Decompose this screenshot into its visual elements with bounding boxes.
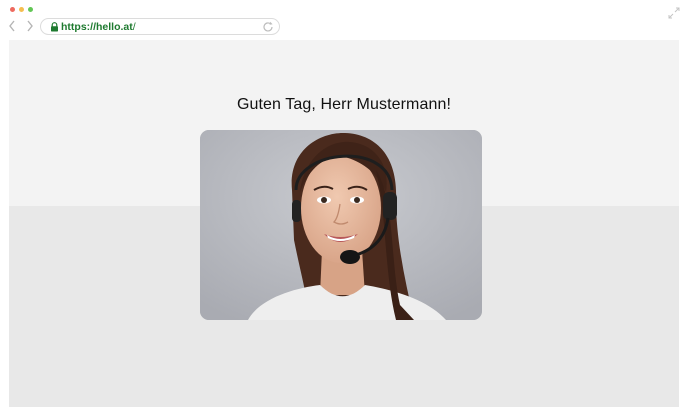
agent-photo (200, 130, 482, 320)
page-viewport: Guten Tag, Herr Mustermann! (9, 40, 679, 407)
maximize-window-button[interactable] (28, 7, 33, 12)
chevron-right-icon (27, 20, 33, 32)
browser-toolbar: https://hello.at/ (0, 0, 689, 40)
back-button[interactable] (6, 19, 18, 33)
reload-icon[interactable] (262, 21, 274, 33)
browser-window: https://hello.at/ Guten Tag, Herr Muster… (0, 0, 689, 418)
expand-icon[interactable] (668, 7, 680, 19)
url-host: https://hello.at (61, 21, 133, 33)
close-window-button[interactable] (10, 7, 15, 12)
minimize-window-button[interactable] (19, 7, 24, 12)
url-path: / (132, 21, 136, 33)
chevron-left-icon (9, 20, 15, 32)
lock-icon (51, 22, 58, 32)
agent-portrait-image (200, 130, 482, 320)
url-text: https://hello.at/ (61, 20, 136, 34)
address-bar[interactable]: https://hello.at/ (40, 18, 280, 35)
greeting-heading: Guten Tag, Herr Mustermann! (236, 96, 452, 113)
forward-button[interactable] (24, 19, 36, 33)
